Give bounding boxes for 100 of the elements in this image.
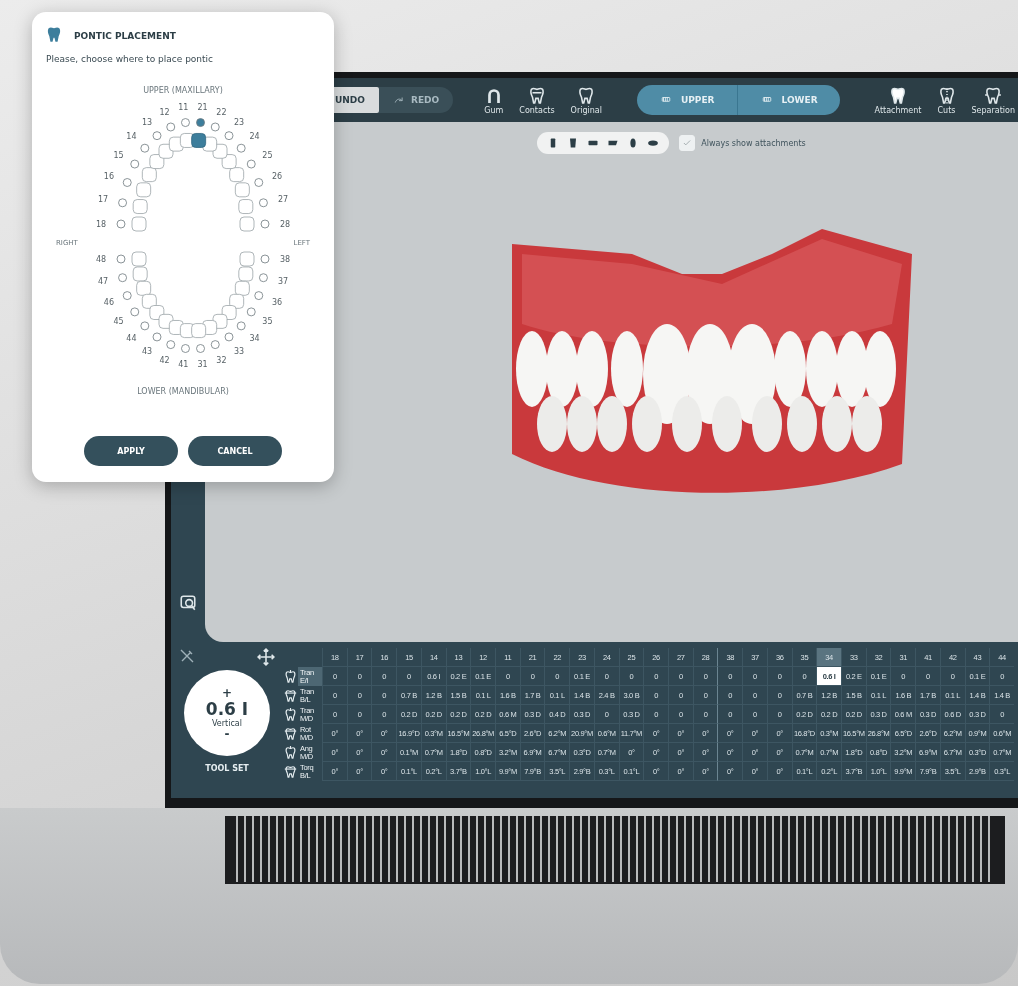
tooth-outline <box>141 293 157 309</box>
tooth-outline <box>131 216 147 232</box>
tooth-radio[interactable] <box>152 332 162 342</box>
stage-tool-button[interactable]: Cuts <box>934 85 959 115</box>
tooth-radio[interactable] <box>122 178 132 187</box>
tooth-number: 41 <box>178 360 189 370</box>
tooth-icon <box>284 708 297 721</box>
dialog-title: PONTIC PLACEMENT <box>74 31 176 41</box>
tooth-radio[interactable] <box>246 159 256 169</box>
tooth-radio[interactable] <box>246 307 256 317</box>
tooth-number: 43 <box>141 346 153 356</box>
tooth-number: 26 <box>271 172 283 181</box>
tooth-radio[interactable] <box>116 219 126 229</box>
tooth-radio[interactable] <box>152 131 162 141</box>
tooth-icon <box>527 85 546 104</box>
tooth-number: 37 <box>277 277 289 287</box>
tooth-radio[interactable] <box>254 291 264 300</box>
dialog-button[interactable]: APPLY <box>84 436 178 466</box>
tooth-number: 11 <box>178 102 189 112</box>
tooth-icon <box>46 26 62 42</box>
tooth-number: 44 <box>126 333 137 343</box>
tooth-icon <box>284 727 297 740</box>
tooth-radio[interactable] <box>122 291 132 300</box>
tooth-outline <box>132 199 148 214</box>
tooth-radio[interactable] <box>259 273 268 283</box>
tooth-number: 34 <box>249 333 260 343</box>
tooth-number: 16 <box>103 172 115 181</box>
dialog-prompt: Please, choose where to place pontic <box>46 54 215 64</box>
tooth-outline <box>136 280 152 296</box>
tooth-number: 48 <box>95 255 107 264</box>
increase-button[interactable]: + <box>215 686 239 699</box>
view-tool-button[interactable]: Original <box>567 85 605 115</box>
tooth-radio[interactable] <box>196 118 205 127</box>
tooth-number: 23 <box>233 117 245 127</box>
tooth-number: 14 <box>126 132 137 142</box>
dialog-button[interactable]: CANCEL <box>188 436 282 466</box>
tooth-number: 45 <box>113 317 124 327</box>
tooth-radio[interactable] <box>118 273 127 283</box>
tooth-number: 17 <box>97 195 109 205</box>
screen-icon[interactable] <box>179 594 197 612</box>
tooth-radio[interactable] <box>181 118 190 127</box>
tooth-radio[interactable] <box>181 344 190 353</box>
tooth-radio[interactable] <box>116 254 126 264</box>
tooth-number: 42 <box>159 355 170 365</box>
move-arrows-icon[interactable] <box>257 648 275 666</box>
tooth-radio[interactable] <box>140 321 150 331</box>
tooth-number: 32 <box>216 355 227 365</box>
tooth-radio[interactable] <box>130 159 140 169</box>
arch-label: LOWER (MANDIBULAR) <box>137 387 229 396</box>
tooth-icon <box>889 85 908 104</box>
checkbox[interactable] <box>679 135 696 151</box>
tooth-radio[interactable] <box>260 254 270 264</box>
tooth-radio[interactable] <box>236 143 246 153</box>
tooth-outline <box>234 182 250 198</box>
tooth-radio[interactable] <box>254 178 264 187</box>
tooth-radio[interactable] <box>236 321 246 331</box>
tooth-radio[interactable] <box>210 340 220 349</box>
tooth-outline <box>238 266 254 282</box>
tooth-number: 18 <box>95 220 107 229</box>
tooth-icon <box>284 689 297 702</box>
check-icon <box>682 138 693 148</box>
checkbox-label: Always show attachments <box>701 138 806 148</box>
tooth-radio[interactable] <box>224 131 234 141</box>
tooth-number: 25 <box>262 150 273 160</box>
tooth-radio[interactable] <box>166 340 176 349</box>
stage-tool-button[interactable]: Attachment <box>871 85 925 115</box>
attachment-shape-icon[interactable] <box>647 137 660 149</box>
tooth-number: 13 <box>141 117 153 127</box>
tooth-radio[interactable] <box>210 122 220 132</box>
tool-off-icon[interactable] <box>179 648 195 664</box>
tooth-outline <box>191 323 207 338</box>
tooth-radio[interactable] <box>140 143 150 153</box>
tooth-radio[interactable] <box>130 307 140 317</box>
tooth-outline <box>131 251 147 267</box>
view-tool-button[interactable]: Gum <box>481 85 507 115</box>
tooth-radio[interactable] <box>196 344 205 353</box>
tooth-radio[interactable] <box>224 332 234 342</box>
tooth-icon <box>984 85 1003 104</box>
tooth-number: 38 <box>279 255 291 264</box>
tooth-number: 36 <box>271 298 283 308</box>
view-tool-button[interactable]: Contacts <box>516 85 558 115</box>
tooth-number: 21 <box>197 102 208 112</box>
tooth-radio[interactable] <box>166 122 176 132</box>
tooth-radio[interactable] <box>260 219 270 229</box>
stage-tool-button[interactable]: Separation <box>968 85 1018 115</box>
tooth-outline <box>141 167 157 183</box>
tooth-number: 33 <box>233 346 245 356</box>
redo-icon <box>392 95 405 105</box>
tool-value: 0.6 I <box>205 698 249 719</box>
tooth-number: 28 <box>279 220 291 229</box>
tooth-outline <box>239 251 255 267</box>
tooth-outline <box>191 133 207 148</box>
tooth-outline <box>136 182 152 198</box>
tooth-icon <box>284 765 297 778</box>
tooth-number: 15 <box>113 150 124 160</box>
tooth-outline <box>229 167 245 183</box>
tooth-radio[interactable] <box>118 198 127 208</box>
tooth-icon <box>937 85 956 104</box>
tooth-radio[interactable] <box>259 198 268 208</box>
decrease-button[interactable]: - <box>218 727 236 740</box>
